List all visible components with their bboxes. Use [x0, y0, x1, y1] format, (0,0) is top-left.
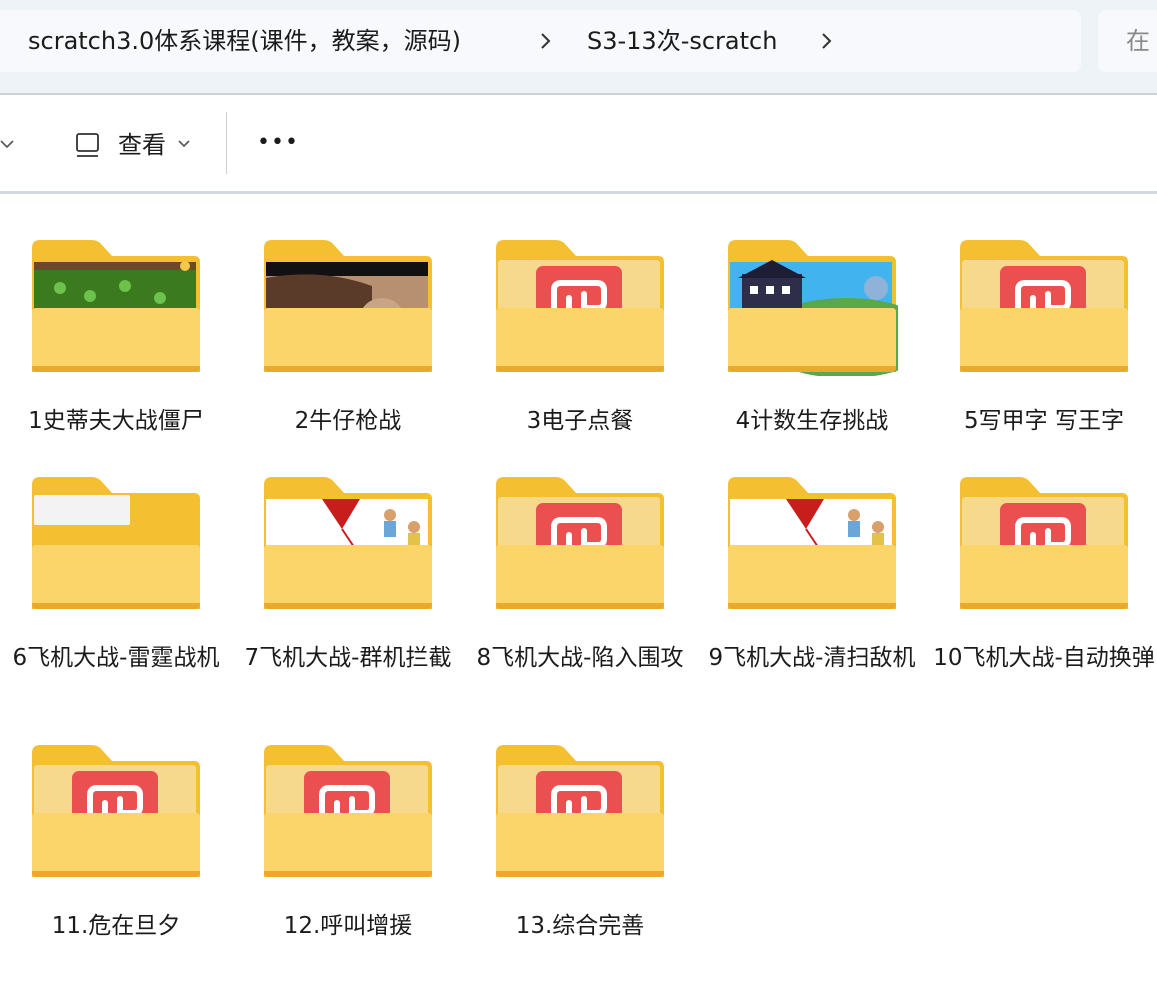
folder-icon [496, 477, 664, 609]
folder-icon [264, 240, 432, 372]
folder-item[interactable]: 3电子点餐 [464, 238, 696, 500]
view-menu-button[interactable]: 查看 [118, 128, 166, 162]
chevron-down-icon[interactable] [176, 136, 192, 152]
folder-icon: L2-07 [264, 477, 432, 609]
folder-item[interactable]: L2-07 7飞机大战-群机拦截 [232, 475, 464, 737]
folder-icon [32, 240, 200, 372]
folder-icon [32, 477, 200, 609]
view-layout-icon[interactable] [74, 131, 102, 159]
folder-icon [960, 477, 1128, 609]
folder-item[interactable]: 10飞机大战-自动换弹 [928, 475, 1157, 737]
folder-name: 8飞机大战-陷入围攻 [476, 645, 684, 671]
folder-name: 12.呼叫增援 [283, 913, 413, 939]
folder-name: 9飞机大战-清扫敌机 [708, 645, 916, 671]
folder-name: 11.危在旦夕 [51, 913, 181, 939]
folder-icon [496, 240, 664, 372]
folder-item[interactable]: 8飞机大战-陷入围攻 [464, 475, 696, 737]
folder-item[interactable]: 6飞机大战-雷霆战机 [0, 475, 232, 737]
folder-name: 6飞机大战-雷霆战机 [12, 645, 220, 671]
folder-item[interactable]: 5写甲字 写王字 [928, 238, 1157, 500]
folder-item[interactable]: 11.危在旦夕 [0, 743, 232, 1005]
folder-icon [32, 745, 200, 877]
folder-icon: L2-09 [728, 477, 896, 609]
breadcrumb-item-s3-13[interactable]: S3-13次-scratch [587, 24, 777, 58]
toolbar-top-border [0, 93, 1157, 95]
search-input[interactable]: 在 [1098, 10, 1157, 72]
folder-name: 13.综合完善 [515, 913, 645, 939]
folder-icon [264, 745, 432, 877]
chevron-right-icon[interactable] [815, 30, 837, 52]
folder-item[interactable]: 2牛仔枪战 [232, 238, 464, 500]
folder-name: 1史蒂夫大战僵尸 [28, 408, 204, 434]
folder-item[interactable]: 13.综合完善 [464, 743, 696, 1005]
folder-icon [728, 240, 898, 376]
toolbar-separator [226, 112, 227, 174]
folder-name: 4计数生存挑战 [735, 408, 889, 434]
chevron-right-icon[interactable] [534, 30, 556, 52]
folder-item[interactable]: 1史蒂夫大战僵尸 [0, 238, 232, 500]
folder-item[interactable]: 4计数生存挑战 [696, 238, 928, 500]
folder-item[interactable]: L2-09 9飞机大战-清扫敌机 [696, 475, 928, 737]
folder-name: 3电子点餐 [526, 408, 634, 434]
folder-name: 5写甲字 写王字 [964, 408, 1124, 434]
folder-name: 7飞机大战-群机拦截 [244, 645, 452, 671]
breadcrumb-item-course[interactable]: scratch3.0体系课程(课件，教案，源码) [28, 24, 461, 58]
folder-icon [960, 240, 1128, 372]
more-options-button[interactable]: ••• [257, 126, 299, 160]
folder-name: 2牛仔枪战 [294, 408, 402, 434]
folder-icon [496, 745, 664, 877]
chevron-down-icon[interactable] [0, 136, 16, 152]
toolbar-bottom-border [0, 191, 1157, 194]
folder-item[interactable]: 12.呼叫增援 [232, 743, 464, 1005]
search-placeholder: 在 [1126, 27, 1150, 55]
folder-name: 10飞机大战-自动换弹 [933, 645, 1155, 671]
paper-preview [34, 495, 130, 525]
